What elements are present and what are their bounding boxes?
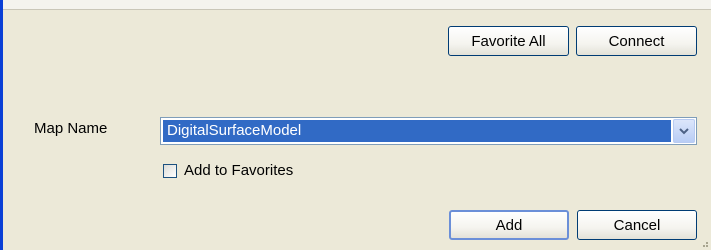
add-to-favorites-label[interactable]: Add to Favorites [184,162,293,179]
top-separator [3,0,711,10]
resize-grip-icon[interactable] [699,238,709,248]
cancel-label: Cancel [613,216,661,234]
connect-label: Connect [608,32,665,50]
add-to-favorites-checkbox[interactable] [163,163,177,178]
cancel-button[interactable]: Cancel [577,210,697,240]
favorite-all-button[interactable]: Favorite All [448,26,569,56]
favorite-all-label: Favorite All [471,32,546,50]
map-name-select[interactable]: DigitalSurfaceModel [160,117,697,145]
add-button[interactable]: Add [449,210,569,240]
connect-button[interactable]: Connect [576,26,697,56]
map-name-label: Map Name [34,120,108,137]
add-to-favorites-row[interactable]: Add to Favorites [163,162,293,179]
add-label: Add [495,216,523,234]
chevron-down-icon[interactable] [673,119,695,143]
add-map-dialog: Favorite All Connect Map Name DigitalSur… [3,10,711,250]
map-name-value[interactable]: DigitalSurfaceModel [163,120,671,142]
